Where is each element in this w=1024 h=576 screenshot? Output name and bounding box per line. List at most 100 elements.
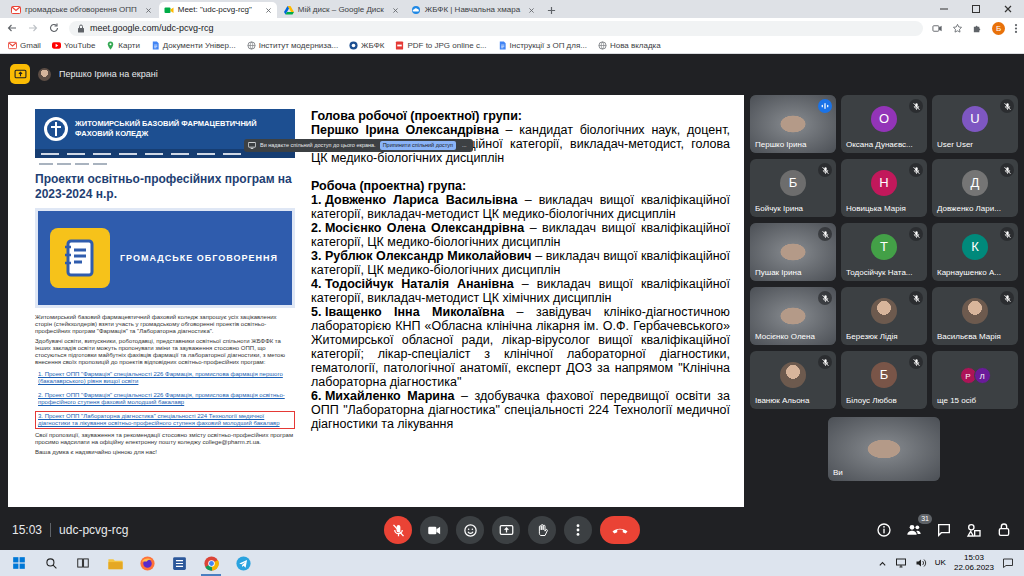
notifications-icon[interactable] [1002,557,1014,569]
explorer-icon[interactable] [100,550,130,576]
logo-line: ЖИТОМИРСЬКИЙ БАЗОВИЙ ФАРМАЦЕВТИЧНИЙ [75,119,257,129]
mic-off-icon [818,291,832,305]
camera-button-icon[interactable] [420,516,448,544]
participant-tile[interactable]: Березюк Лідія [841,287,927,345]
meet-favicon-icon [164,5,174,15]
extensions-icon[interactable] [972,23,983,34]
reload-icon[interactable] [48,22,60,34]
close-icon[interactable] [524,7,535,14]
participant-tile[interactable]: Васильєва Марія [932,287,1018,345]
browser-tab[interactable]: громадське обговорення ОПП [6,2,157,18]
camera-icon[interactable] [932,23,943,34]
breadcrumb-bar [35,158,295,169]
network-icon[interactable] [895,557,907,569]
participant-tile[interactable]: ККарнаушенко А... [932,223,1018,281]
word-icon[interactable] [164,550,194,576]
bookmark[interactable]: ЖБФК [349,41,384,51]
menu-icon[interactable] [1014,23,1018,34]
tab-strip: громадське обговорення ОППMeet: "udc-pcv… [0,0,1024,18]
globe-icon [247,41,256,50]
more-options-icon[interactable] [564,516,592,544]
raise-hand-icon[interactable] [528,516,556,544]
participant-tile[interactable]: ННовицька Марія [841,159,927,217]
slide-text: Голова робочої (проектної) групи:Першко … [311,109,730,497]
participant-tile[interactable]: Мосієнко Олена [750,287,836,345]
participant-tile[interactable]: ББілоус Любов [841,351,927,409]
participant-tile[interactable]: Першко Ірина [750,95,836,153]
task-view-icon[interactable] [68,550,98,576]
chrome-icon[interactable] [196,550,226,576]
profile-avatar[interactable]: Б [992,22,1005,35]
address-toolbar: meet.google.com/udc-pcvg-rcg Б [0,18,1024,38]
microphone-button-icon[interactable] [384,516,412,544]
participant-tile[interactable]: Іванюк Альона [750,351,836,409]
member-number: 5. [311,305,321,319]
bookmark[interactable]: Документи Універ... [151,41,236,51]
program-link[interactable]: 2. Проект ОПП "Фармація" спеціальності 2… [35,390,295,408]
back-icon[interactable] [6,22,18,34]
tray-caret-icon[interactable] [878,559,887,568]
volume-icon[interactable] [915,557,927,569]
more-button[interactable]: ... [460,142,469,149]
people-icon[interactable]: 31 [906,522,922,538]
bookmark-label: Нова вкладка [610,41,661,51]
bookmark[interactable]: Gmail [8,41,41,51]
docs-icon [151,41,160,50]
member-number: 6. [311,389,321,403]
avatar-photo [871,298,897,324]
forward-icon[interactable] [27,22,39,34]
site-paragraph: Житомирський базовий фармацевтичний фахо… [35,314,295,335]
avatar: Т [871,234,897,260]
present-button-icon[interactable] [492,516,520,544]
maximize-icon[interactable] [960,0,992,18]
stop-sharing-button[interactable]: Припинити спільний доступ [380,141,456,150]
participant-tile[interactable]: Пушак Ірина [750,223,836,281]
participant-name: Білоус Любов [846,396,897,406]
close-window-icon[interactable] [992,0,1024,18]
mic-off-icon [818,355,832,369]
participant-tile[interactable]: ДДовженко Лари... [932,159,1018,217]
participant-tile[interactable]: ББойчук Ірина [750,159,836,217]
participant-tile[interactable]: Ви [828,417,940,481]
close-icon[interactable] [388,7,399,14]
new-tab-icon[interactable] [542,2,560,18]
program-link[interactable]: 1. Проект ОПП "Фармація" спеціальності 2… [35,369,295,387]
meet-controls: 15:03udc-pcvg-rcg31 [0,510,1024,550]
bookmark[interactable]: Нова вкладка [598,41,661,51]
mic-off-icon [909,355,923,369]
telegram-icon[interactable] [228,550,258,576]
search-icon[interactable] [36,550,66,576]
gmail-icon [8,41,17,50]
browser-tab[interactable]: Мій диск – Google Диск [279,2,404,18]
participant-tile[interactable]: РЛще 15 осіб [932,351,1018,409]
bookmark[interactable]: Карти [106,41,140,51]
bookmark-star-icon[interactable] [952,23,963,34]
screen-share-icon [248,142,256,149]
address-bar[interactable]: meet.google.com/udc-pcvg-rcg [69,21,923,36]
info-icon[interactable] [876,522,892,538]
end-call-icon[interactable] [600,516,640,544]
clock[interactable]: 15:0322.06.2023 [954,553,994,573]
browser-tab[interactable]: ЖБФК | Навчальна хмара [406,2,540,18]
start-icon[interactable] [4,550,34,576]
participant-name: Пушак Ірина [755,268,801,278]
firefox-icon[interactable] [132,550,162,576]
activities-icon[interactable] [966,522,982,538]
host-controls-icon[interactable] [996,522,1012,538]
participant-tile[interactable]: UUser User [932,95,1018,153]
input-language[interactable]: UK [935,558,946,568]
bookmark[interactable]: PDF to JPG online c... [395,41,486,51]
chat-icon[interactable] [936,522,952,538]
bookmark[interactable]: YouTube [52,41,95,51]
bookmark[interactable]: Інститут модерниза... [247,41,338,51]
close-icon[interactable] [261,7,272,14]
minimize-icon[interactable] [928,0,960,18]
close-icon[interactable] [141,7,152,14]
site-paragraph: Свої пропозиції, зауваження та рекоменда… [35,432,295,446]
participant-tile[interactable]: ООксана Дунаєвс... [841,95,927,153]
program-link[interactable]: 3. Проект ОПП "Лабораторна діагностика" … [35,411,295,429]
participant-tile[interactable]: ТТодосійчук Ната... [841,223,927,281]
browser-tab[interactable]: Meet: "udc-pcvg-rcg" [159,2,277,18]
bookmark[interactable]: Інструкції з ОП для... [498,41,587,51]
reactions-button-icon[interactable] [456,516,484,544]
